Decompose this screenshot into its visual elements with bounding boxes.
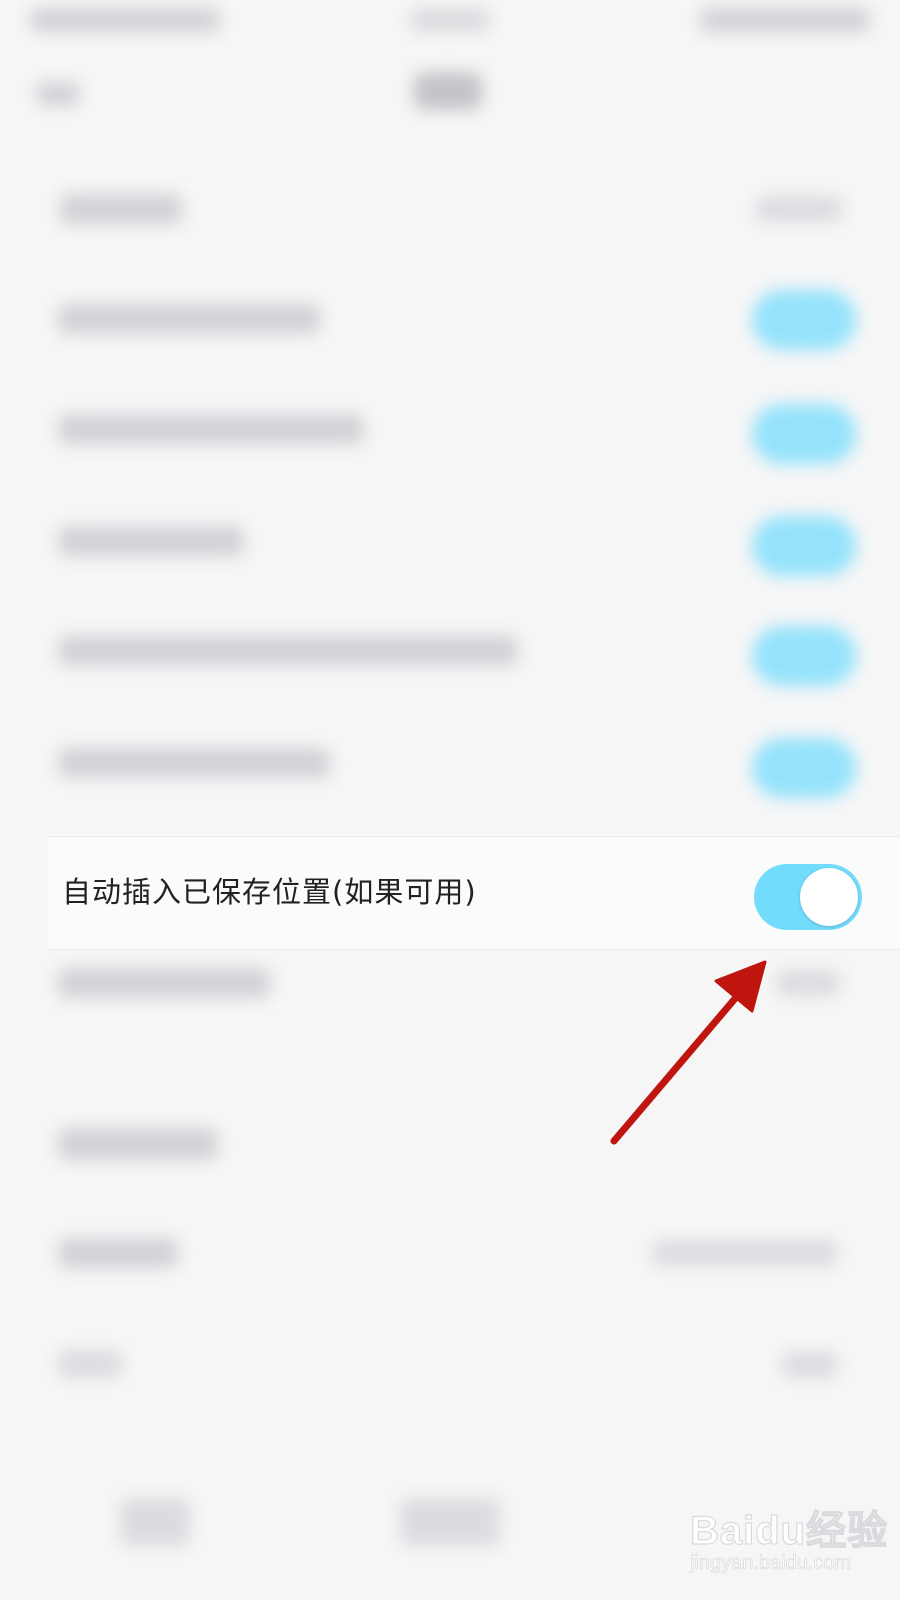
watermark-logo: Baidu经验 [689, 1508, 889, 1553]
watermark-url: jingyan.baidu.com [690, 1552, 852, 1575]
annotation-arrow-icon [610, 960, 767, 1145]
baidu-jingyan-watermark: Baidu经验 jingyan.baidu.com [689, 1498, 890, 1582]
